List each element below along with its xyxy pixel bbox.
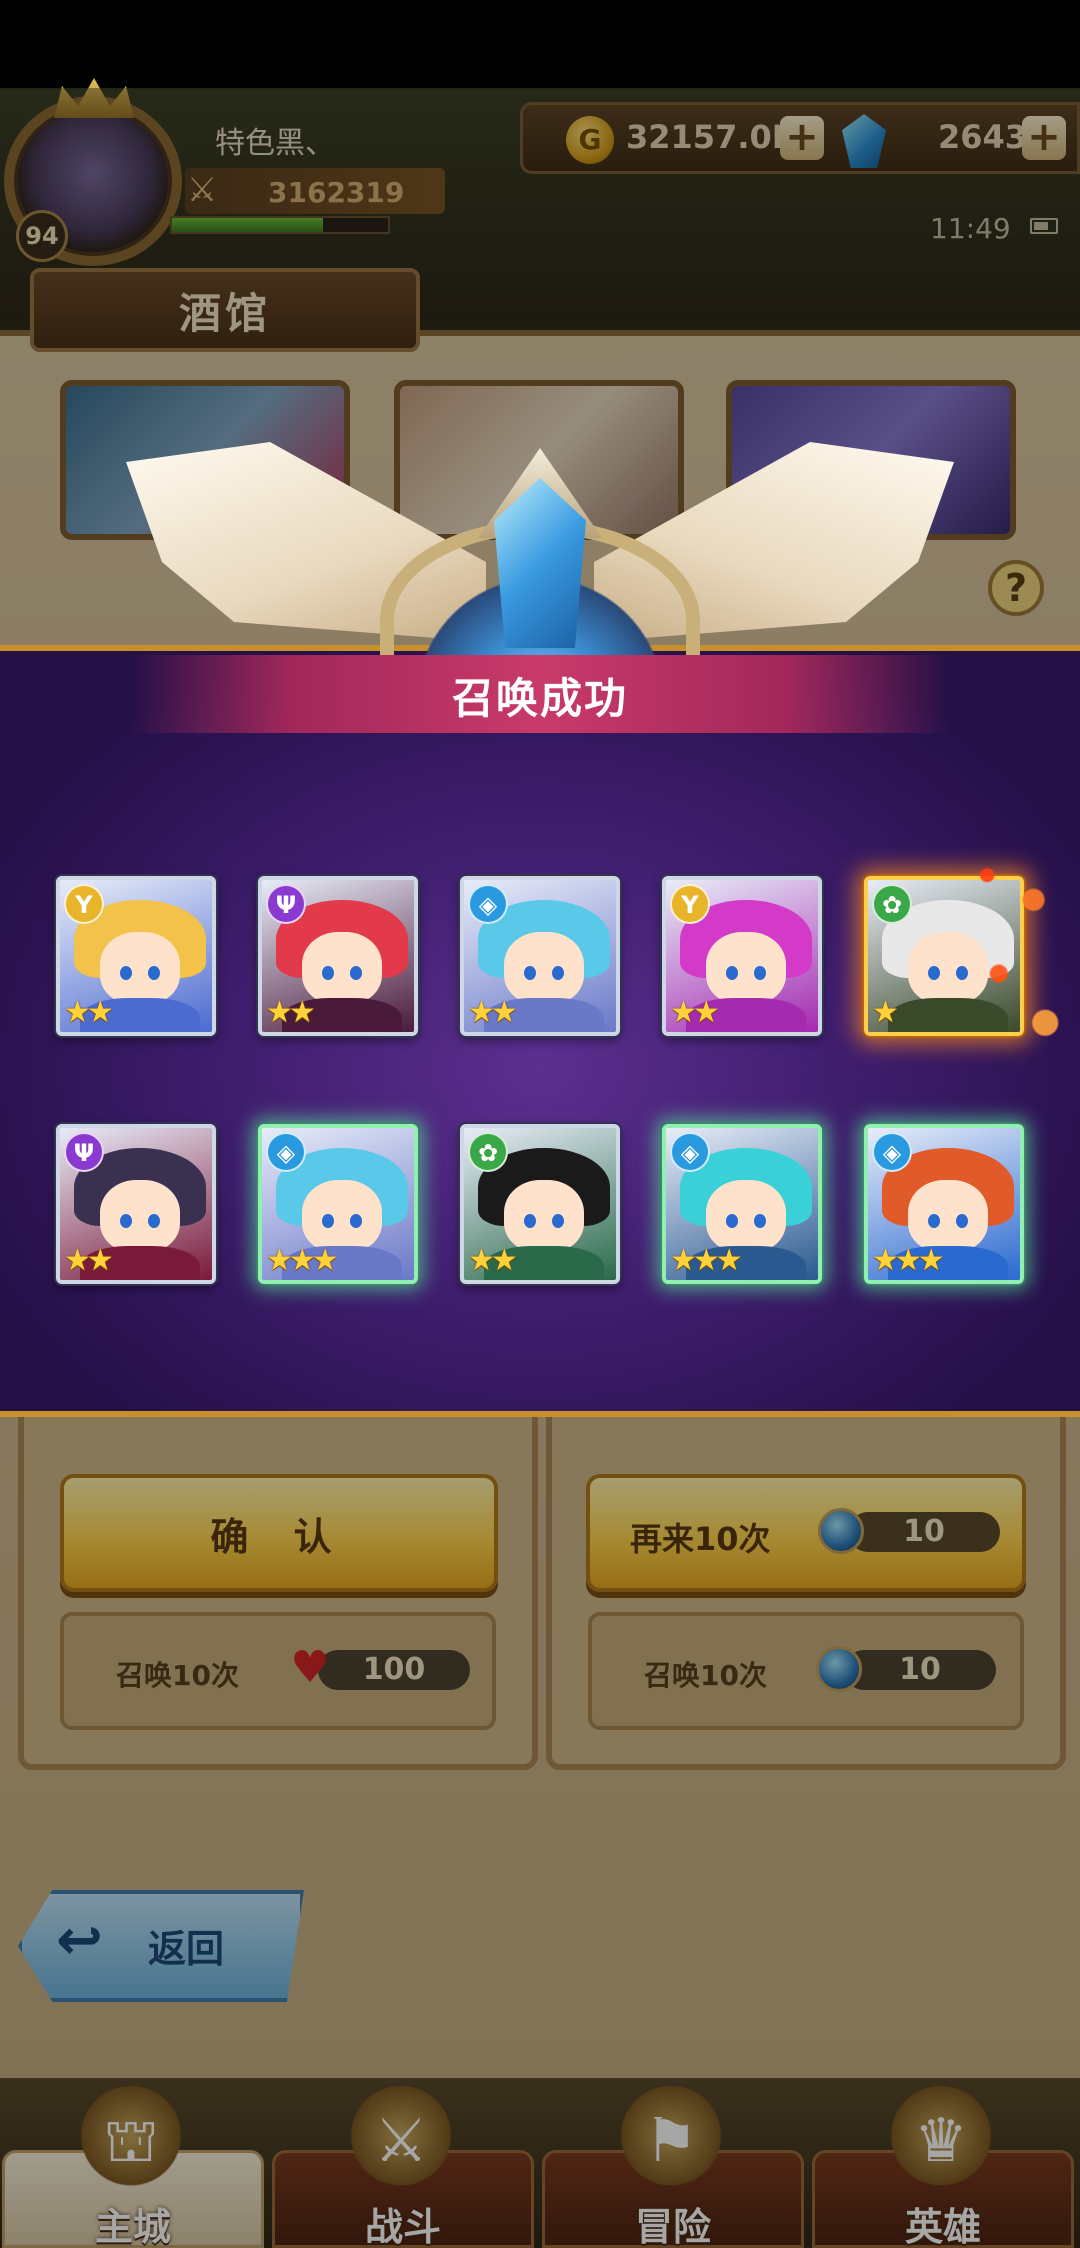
hero-card[interactable]: ◈ ★★★ [258, 1124, 418, 1284]
water-faction-icon: ◈ [266, 1132, 306, 1172]
modal-title: 召唤成功 [451, 674, 628, 723]
light-faction-icon: Y [670, 884, 710, 924]
sparkle-effect [964, 826, 1080, 1072]
water-faction-icon: ◈ [468, 884, 508, 924]
nature-faction-icon: ✿ [468, 1132, 508, 1172]
star-rating: ★★ [266, 995, 316, 1030]
light-faction-icon: Y [64, 884, 104, 924]
hero-eye [148, 1214, 160, 1228]
star-rating: ★★ [64, 995, 114, 1030]
star-rating: ★★★ [266, 1243, 339, 1278]
hero-eye [524, 1214, 536, 1228]
hero-card[interactable]: Ψ ★★ [56, 1124, 216, 1284]
hero-eye [552, 1214, 564, 1228]
hero-eye [120, 1214, 132, 1228]
hero-eye [956, 1214, 968, 1228]
hero-card[interactable]: ✿ ★★ [460, 1124, 620, 1284]
game-screen: ? 94 特色黑、 ⚔ 3162319 G 32157.0K + 2643 + … [0, 0, 1080, 2248]
hero-face [504, 1180, 584, 1252]
hero-eye [322, 1214, 334, 1228]
hero-face [504, 932, 584, 1004]
hero-eye [524, 966, 536, 980]
hero-eye [552, 966, 564, 980]
hero-card[interactable]: ◈ ★★★ [662, 1124, 822, 1284]
hero-face [302, 1180, 382, 1252]
water-faction-icon: ◈ [670, 1132, 710, 1172]
star-rating: ★★★ [670, 1243, 743, 1278]
star-rating: ★ [872, 995, 899, 1030]
hero-eye [120, 966, 132, 980]
nature-faction-icon: ✿ [872, 884, 912, 924]
hero-card[interactable]: ◈ ★★ [460, 876, 620, 1036]
hero-face [908, 1180, 988, 1252]
hero-eye [726, 1214, 738, 1228]
water-faction-icon: ◈ [872, 1132, 912, 1172]
hero-card[interactable]: Y ★★ [662, 876, 822, 1036]
hero-eye [148, 966, 160, 980]
hero-eye [928, 1214, 940, 1228]
hero-face [100, 1180, 180, 1252]
hero-face [706, 1180, 786, 1252]
hero-card[interactable]: Ψ ★★ [258, 876, 418, 1036]
star-rating: ★★ [468, 1243, 518, 1278]
hero-face [706, 932, 786, 1004]
star-rating: ★★ [670, 995, 720, 1030]
hero-eye [350, 966, 362, 980]
star-rating: ★★ [64, 1243, 114, 1278]
hero-eye [754, 966, 766, 980]
hero-eye [754, 1214, 766, 1228]
hero-eye [322, 966, 334, 980]
hero-eye [726, 966, 738, 980]
star-rating: ★★ [468, 995, 518, 1030]
dark-faction-icon: Ψ [266, 884, 306, 924]
hero-eye [928, 966, 940, 980]
hero-card[interactable]: ◈ ★★★ [864, 1124, 1024, 1284]
hero-face [100, 932, 180, 1004]
star-rating: ★★★ [872, 1243, 945, 1278]
dark-faction-icon: Ψ [64, 1132, 104, 1172]
hero-face [302, 932, 382, 1004]
hero-eye [350, 1214, 362, 1228]
hero-card[interactable]: Y ★★ [56, 876, 216, 1036]
